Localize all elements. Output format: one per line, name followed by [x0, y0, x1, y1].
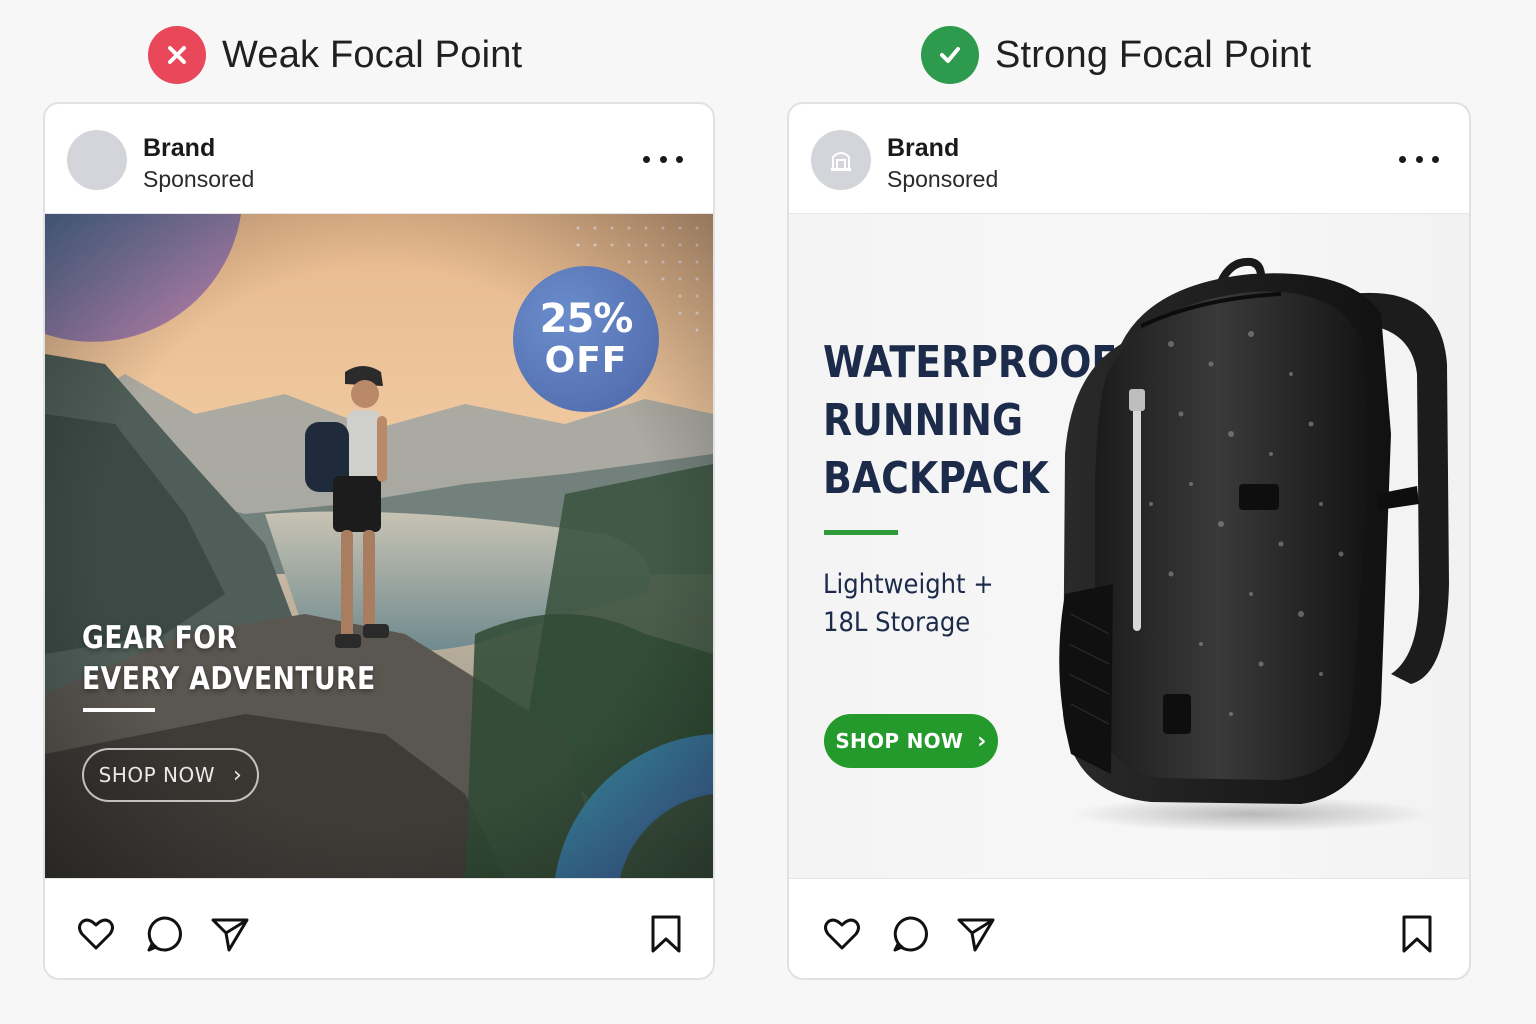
bookmark-icon[interactable] — [1396, 913, 1438, 955]
weak-ad-post: Brand Sponsored 25% OFF GEAR FOR EVERY A… — [43, 102, 715, 980]
post-actions — [789, 878, 1469, 978]
strong-ad-post: Brand Sponsored WATERPROOF RUNNING BACKP… — [787, 102, 1471, 980]
headline-line-1: GEAR FOR — [82, 620, 238, 656]
storefront-icon — [831, 152, 851, 171]
sponsored-label: Sponsored — [143, 166, 255, 192]
weak-heading-label: Weak Focal Point — [222, 33, 523, 76]
send-icon[interactable] — [955, 913, 997, 955]
check-icon — [921, 26, 979, 84]
heart-icon[interactable] — [75, 913, 117, 955]
accent-bar — [824, 530, 898, 535]
comment-icon[interactable] — [889, 913, 931, 955]
heart-icon[interactable] — [821, 913, 863, 955]
x-icon — [148, 26, 206, 84]
brand-name[interactable]: Brand — [143, 134, 215, 163]
chevron-right-icon: › — [233, 762, 243, 788]
ad-image[interactable]: WATERPROOF RUNNING BACKPACK Lightweight … — [789, 214, 1469, 878]
headline-underline — [83, 708, 155, 712]
post-header: Brand Sponsored — [45, 104, 713, 214]
avatar[interactable] — [811, 130, 871, 190]
ad-subheadline: Lightweight + 18L Storage — [823, 566, 994, 642]
discount-percent: 25% — [539, 296, 634, 342]
more-options-icon[interactable] — [643, 146, 683, 172]
sponsored-label: Sponsored — [887, 166, 999, 192]
post-actions — [45, 878, 713, 978]
ad-image[interactable]: 25% OFF GEAR FOR EVERY ADVENTURE SHOP NO… — [45, 214, 713, 878]
ad-headline: GEAR FOR EVERY ADVENTURE — [82, 618, 376, 700]
weak-focal-point-heading: Weak Focal Point — [148, 26, 522, 84]
shop-now-label: SHOP NOW — [98, 763, 216, 787]
avatar[interactable] — [67, 130, 127, 190]
bookmark-icon[interactable] — [645, 913, 687, 955]
strong-focal-point-heading: Strong Focal Point — [921, 26, 1311, 84]
discount-off-label: OFF — [544, 340, 628, 381]
chevron-right-icon: › — [977, 728, 987, 754]
shop-now-button[interactable]: SHOP NOW › — [824, 714, 998, 768]
backpack-product-image — [1059, 257, 1449, 832]
headline-line-2: EVERY ADVENTURE — [82, 661, 376, 697]
discount-badge: 25% OFF — [513, 266, 659, 412]
subheadline-line-2: 18L Storage — [823, 607, 971, 638]
shop-now-label: SHOP NOW — [835, 729, 964, 753]
comment-icon[interactable] — [143, 913, 185, 955]
shop-now-button[interactable]: SHOP NOW › — [82, 748, 259, 802]
post-header: Brand Sponsored — [789, 104, 1469, 214]
subheadline-line-1: Lightweight + — [823, 569, 994, 600]
more-options-icon[interactable] — [1399, 146, 1439, 172]
brand-name[interactable]: Brand — [887, 134, 959, 163]
send-icon[interactable] — [209, 913, 251, 955]
strong-heading-label: Strong Focal Point — [995, 33, 1312, 76]
